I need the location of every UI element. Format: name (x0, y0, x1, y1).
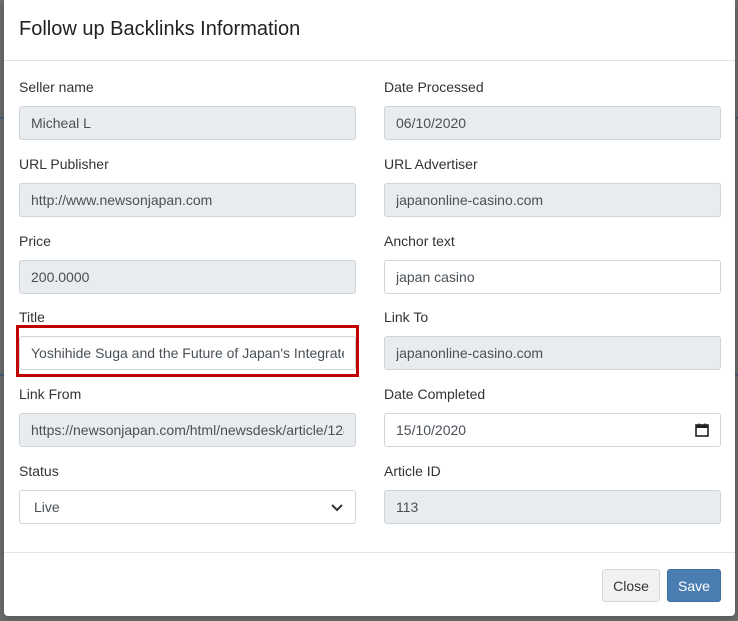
seller-name-label: Seller name (19, 79, 94, 95)
article-id-label: Article ID (384, 463, 441, 479)
anchor-text-value: japan casino (396, 269, 475, 285)
calendar-icon[interactable] (695, 423, 709, 437)
link-from-field[interactable]: https://newsonjapan.com/html/newsdesk/ar… (19, 413, 356, 447)
status-select[interactable]: Live (19, 490, 356, 524)
article-id-group: Article ID 113 (384, 463, 721, 524)
date-completed-value: 15/10/2020 (396, 422, 467, 438)
modal-title: Follow up Backlinks Information (19, 18, 301, 40)
title-label: Title (19, 309, 45, 325)
url-advertiser-label: URL Advertiser (384, 156, 478, 172)
status-label: Status (19, 463, 59, 479)
url-publisher-group: URL Publisher http://www.newsonjapan.com (19, 156, 356, 217)
price-field[interactable]: 200.0000 (19, 260, 356, 294)
modal-header: Follow up Backlinks Information (4, 0, 735, 61)
anchor-text-label: Anchor text (384, 233, 455, 249)
date-processed-label: Date Processed (384, 79, 484, 95)
price-value: 200.0000 (31, 269, 90, 285)
date-completed-group: Date Completed 15/10/2020 (384, 386, 721, 447)
url-advertiser-field[interactable]: japanonline-casino.com (384, 183, 721, 217)
link-from-group: Link From https://newsonjapan.com/html/n… (19, 386, 356, 447)
modal-footer: Close Save (4, 552, 735, 616)
close-button[interactable]: Close (602, 569, 660, 602)
status-group: Status Live (19, 463, 356, 524)
url-publisher-field[interactable]: http://www.newsonjapan.com (19, 183, 356, 217)
article-id-value: 113 (396, 499, 419, 515)
save-button[interactable]: Save (667, 569, 721, 602)
date-completed-input[interactable]: 15/10/2020 (384, 413, 721, 447)
date-processed-field[interactable]: 06/10/2020 (384, 106, 721, 140)
price-label: Price (19, 233, 51, 249)
seller-name-group: Seller name Micheal L (19, 79, 356, 140)
link-to-field[interactable]: japanonline-casino.com (384, 336, 721, 370)
anchor-text-input[interactable]: japan casino (384, 260, 721, 294)
seller-name-field[interactable]: Micheal L (19, 106, 356, 140)
date-processed-value: 06/10/2020 (396, 115, 467, 131)
follow-up-modal: Follow up Backlinks Information Seller n… (4, 0, 735, 616)
date-completed-label: Date Completed (384, 386, 486, 402)
url-advertiser-value: japanonline-casino.com (396, 192, 544, 208)
price-group: Price 200.0000 (19, 233, 356, 294)
url-publisher-label: URL Publisher (19, 156, 109, 172)
link-to-group: Link To japanonline-casino.com (384, 309, 721, 370)
anchor-text-group: Anchor text japan casino (384, 233, 721, 294)
url-advertiser-group: URL Advertiser japanonline-casino.com (384, 156, 721, 217)
url-publisher-value: http://www.newsonjapan.com (31, 192, 213, 208)
status-value: Live (34, 499, 60, 515)
title-highlight (16, 325, 359, 377)
seller-name-value: Micheal L (31, 115, 91, 131)
link-from-value: https://newsonjapan.com/html/newsdesk/ar… (31, 422, 344, 438)
date-processed-group: Date Processed 06/10/2020 (384, 79, 721, 140)
link-to-value: japanonline-casino.com (396, 345, 544, 361)
link-from-label: Link From (19, 386, 82, 402)
chevron-down-icon (331, 504, 343, 512)
link-to-label: Link To (384, 309, 429, 325)
article-id-field[interactable]: 113 (384, 490, 721, 524)
